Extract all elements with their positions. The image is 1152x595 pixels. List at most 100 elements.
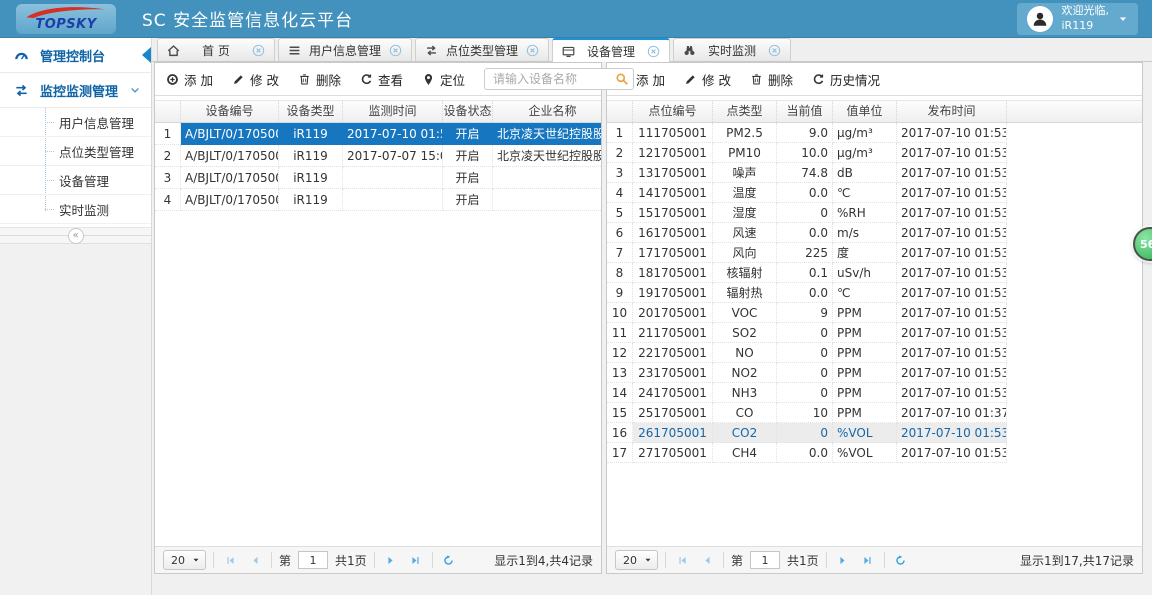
first-page-button[interactable] [221, 551, 239, 569]
page-size-select[interactable]: 20 [163, 550, 206, 570]
table-row[interactable]: 4A/BJLT/0/1705004iR119 开启 [155, 189, 601, 211]
cell: 开启 [443, 167, 493, 189]
plus-circle-icon [166, 73, 179, 86]
sidebar-item-realtime[interactable]: 实时监测 [0, 195, 151, 224]
cell: 噪声 [713, 163, 777, 183]
page-size-select[interactable]: 20 [615, 550, 658, 570]
sidebar-item-console[interactable]: 管理控制台 [0, 38, 151, 73]
view-button[interactable]: 查看 [360, 70, 403, 89]
history-button[interactable]: 历史情况 [812, 70, 880, 89]
next-page-button[interactable] [382, 551, 400, 569]
search-icon[interactable] [615, 72, 629, 86]
table-row[interactable]: 10201705001VOC9PPM2017-07-10 01:53:22 [607, 303, 1142, 323]
active-pointer-icon [142, 47, 151, 63]
table-row[interactable]: 7171705001风向225度2017-07-10 01:53:21 [607, 243, 1142, 263]
prev-page-button[interactable] [246, 551, 264, 569]
column-header: 设备状态 [443, 101, 493, 122]
cell: 9 [777, 303, 833, 323]
cell [343, 167, 443, 189]
sidebar-group-monitoring[interactable]: 监控监测管理 [0, 73, 151, 108]
table-row[interactable]: 15251705001CO10PPM2017-07-10 01:37:01 [607, 403, 1142, 423]
close-icon[interactable] [647, 45, 660, 58]
delete-button[interactable]: 删除 [298, 70, 341, 89]
table-row[interactable]: 1A/BJLT/0/1705001iR1192017-07-10 01:53:2… [155, 123, 601, 145]
reload-button[interactable] [892, 551, 910, 569]
page-number-input[interactable] [750, 551, 781, 569]
edit-button[interactable]: 修 改 [232, 70, 279, 89]
refresh-icon [360, 73, 373, 86]
table-row[interactable]: 1111705001PM2.59.0μg/m³2017-07-10 01:53:… [607, 123, 1142, 143]
logo-swoosh-icon [26, 6, 106, 18]
content-panels: 添 加 修 改 删除 查看 定位 设备编号设备类型监测时间设备状态企业名称1A/… [152, 62, 1152, 595]
table-row[interactable]: 6161705001风速0.0m/s2017-07-10 01:53:21 [607, 223, 1142, 243]
close-icon[interactable] [252, 44, 265, 57]
next-page-button[interactable] [834, 551, 852, 569]
sidebar-item-point-type[interactable]: 点位类型管理 [0, 137, 151, 166]
sidebar-empty-area [0, 244, 151, 595]
close-icon[interactable] [768, 44, 781, 57]
cell: 241705001 [633, 383, 713, 403]
cell: CO2 [713, 423, 777, 443]
add-button[interactable]: 添 加 [166, 70, 213, 89]
cell: 0 [777, 203, 833, 223]
tab-user-info[interactable]: 用户信息管理 [278, 38, 413, 61]
table-row[interactable]: 12221705001NO0PPM2017-07-10 01:53:21 [607, 343, 1142, 363]
row-number: 13 [607, 363, 633, 383]
row-number: 4 [155, 189, 181, 211]
cell: iR119 [279, 189, 343, 211]
user-menu[interactable]: 欢迎光临, iR119 [1016, 2, 1138, 35]
table-row[interactable]: 2A/BJLT/0/1705002iR1192017-07-07 15:03:0… [155, 145, 601, 167]
last-page-button[interactable] [859, 551, 877, 569]
table-row[interactable]: 2121705001PM1010.0μg/m³2017-07-10 01:53:… [607, 143, 1142, 163]
cell: %VOL [833, 423, 897, 443]
table-row[interactable]: 16261705001CO20%VOL2017-07-10 01:53:22 [607, 423, 1142, 443]
row-number: 9 [607, 283, 633, 303]
topsky-logo: TOPSKY [16, 3, 116, 34]
first-page-button[interactable] [673, 551, 691, 569]
edit-button[interactable]: 修 改 [684, 70, 731, 89]
table-row[interactable]: 17271705001CH40.0%VOL2017-07-10 01:53:21 [607, 443, 1142, 463]
table-row[interactable]: 5151705001湿度0%RH2017-07-10 01:53:22 [607, 203, 1142, 223]
cell: PPM [833, 403, 897, 423]
last-page-button[interactable] [407, 551, 425, 569]
table-row[interactable]: 13231705001NO20PPM2017-07-10 01:53:22 [607, 363, 1142, 383]
prev-page-button[interactable] [698, 551, 716, 569]
column-header: 发布时间 [897, 101, 1007, 122]
sidebar-collapse-button[interactable]: « [0, 227, 151, 244]
tab-point-type[interactable]: 点位类型管理 [415, 38, 550, 61]
cell: 2017-07-10 01:53:21 [897, 283, 1007, 303]
page-number-input[interactable] [298, 551, 329, 569]
table-row[interactable]: 4141705001温度0.0℃2017-07-10 01:53:22 [607, 183, 1142, 203]
table-row[interactable]: 3A/BJLT/0/1705003iR119 开启 [155, 167, 601, 189]
search-input[interactable] [484, 68, 635, 90]
close-icon[interactable] [389, 44, 402, 57]
tab-device-mgmt[interactable]: 设备管理 [552, 38, 671, 62]
device-table: 设备编号设备类型监测时间设备状态企业名称1A/BJLT/0/1705001iR1… [155, 96, 601, 546]
locate-button[interactable]: 定位 [422, 70, 465, 89]
row-number: 14 [607, 383, 633, 403]
sidebar-item-user-info[interactable]: 用户信息管理 [0, 108, 151, 137]
table-row[interactable]: 9191705001辐射热0.0℃2017-07-10 01:53:21 [607, 283, 1142, 303]
tab-realtime[interactable]: 实时监测 [673, 38, 792, 61]
table-row[interactable]: 14241705001NH30PPM2017-07-10 01:53:21 [607, 383, 1142, 403]
row-number: 3 [155, 167, 181, 189]
row-number: 6 [607, 223, 633, 243]
cell: NO2 [713, 363, 777, 383]
table-row[interactable]: 8181705001核辐射0.1uSv/h2017-07-10 01:53:21 [607, 263, 1142, 283]
tab-home[interactable]: 首 页 [157, 38, 275, 61]
caret-down-icon [644, 556, 652, 564]
app-header: TOPSKY SC 安全监管信息化云平台 欢迎光临, iR119 [0, 0, 1152, 38]
reload-button[interactable] [440, 551, 458, 569]
cell: 0.0 [777, 443, 833, 463]
close-icon[interactable] [526, 44, 539, 57]
cell: 湿度 [713, 203, 777, 223]
sidebar-item-device-mgmt[interactable]: 设备管理 [0, 166, 151, 195]
device-pagination-bar: 20 第 共1页 显示1到4,共4记录 [155, 546, 601, 573]
table-row[interactable]: 11211705001SO20PPM2017-07-10 01:53:22 [607, 323, 1142, 343]
cell: A/BJLT/0/1705002 [181, 145, 279, 167]
cell: PPM [833, 343, 897, 363]
table-row[interactable]: 3131705001噪声74.8dB2017-07-10 01:53:22 [607, 163, 1142, 183]
delete-button[interactable]: 删除 [750, 70, 793, 89]
list-icon [288, 44, 301, 57]
binoculars-icon [683, 44, 696, 57]
